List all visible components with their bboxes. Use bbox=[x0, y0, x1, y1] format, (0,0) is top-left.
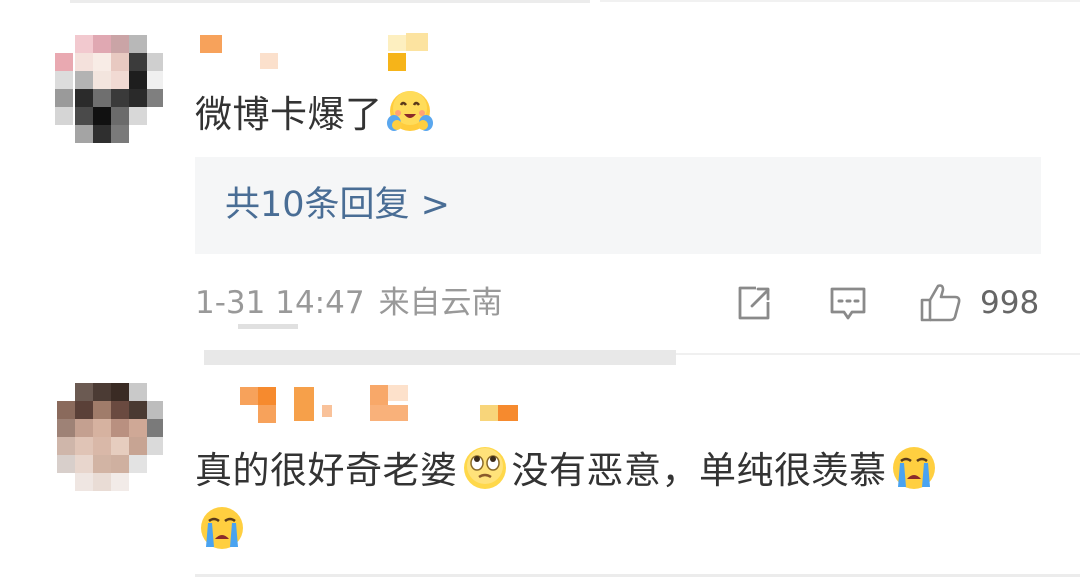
comment-icon bbox=[830, 287, 866, 320]
comment-text-part: 没有恶意，单纯很羡慕 bbox=[511, 449, 887, 492]
row-divider bbox=[676, 353, 1080, 355]
comment-location: 来自云南 bbox=[378, 285, 503, 321]
like-button[interactable]: 998 bbox=[918, 282, 1048, 324]
top-divider bbox=[70, 0, 590, 3]
crying-emoji-icon bbox=[197, 503, 247, 553]
view-replies-link[interactable]: 共10条回复 > bbox=[225, 182, 450, 228]
comment-time: 14:47 bbox=[275, 285, 365, 321]
bottom-divider bbox=[195, 574, 1080, 577]
comment-text: 真的很好奇老婆 没有恶意，单纯很羡慕 bbox=[195, 443, 941, 496]
comment-text: 微博卡爆了 bbox=[195, 87, 437, 140]
eye-roll-emoji-icon bbox=[460, 443, 510, 493]
avatar[interactable] bbox=[55, 383, 163, 493]
comment-text-part: 微博卡爆了 bbox=[195, 93, 383, 136]
section-divider bbox=[204, 350, 676, 365]
share-button[interactable] bbox=[734, 282, 774, 324]
avatar[interactable] bbox=[55, 35, 163, 147]
thumbs-up-icon bbox=[920, 284, 961, 322]
meta-underline bbox=[238, 324, 298, 329]
crying-emoji-icon bbox=[889, 443, 939, 493]
comment-text-part: 真的很好奇老婆 bbox=[195, 449, 458, 492]
top-divider-right bbox=[600, 0, 1080, 2]
hugging-emoji-icon bbox=[385, 87, 435, 137]
like-count: 998 bbox=[980, 285, 1040, 321]
share-icon bbox=[738, 286, 770, 320]
comment-date: 1-31 bbox=[195, 285, 266, 321]
username-mosaic[interactable] bbox=[240, 385, 530, 425]
comment-meta: 1-31 14:47 来自云南 bbox=[195, 283, 503, 323]
replies-panel[interactable]: 共10条回复 > bbox=[195, 157, 1041, 254]
comment-text-line2 bbox=[195, 503, 249, 556]
comment-button[interactable] bbox=[827, 282, 869, 324]
username-mosaic[interactable] bbox=[200, 33, 440, 73]
